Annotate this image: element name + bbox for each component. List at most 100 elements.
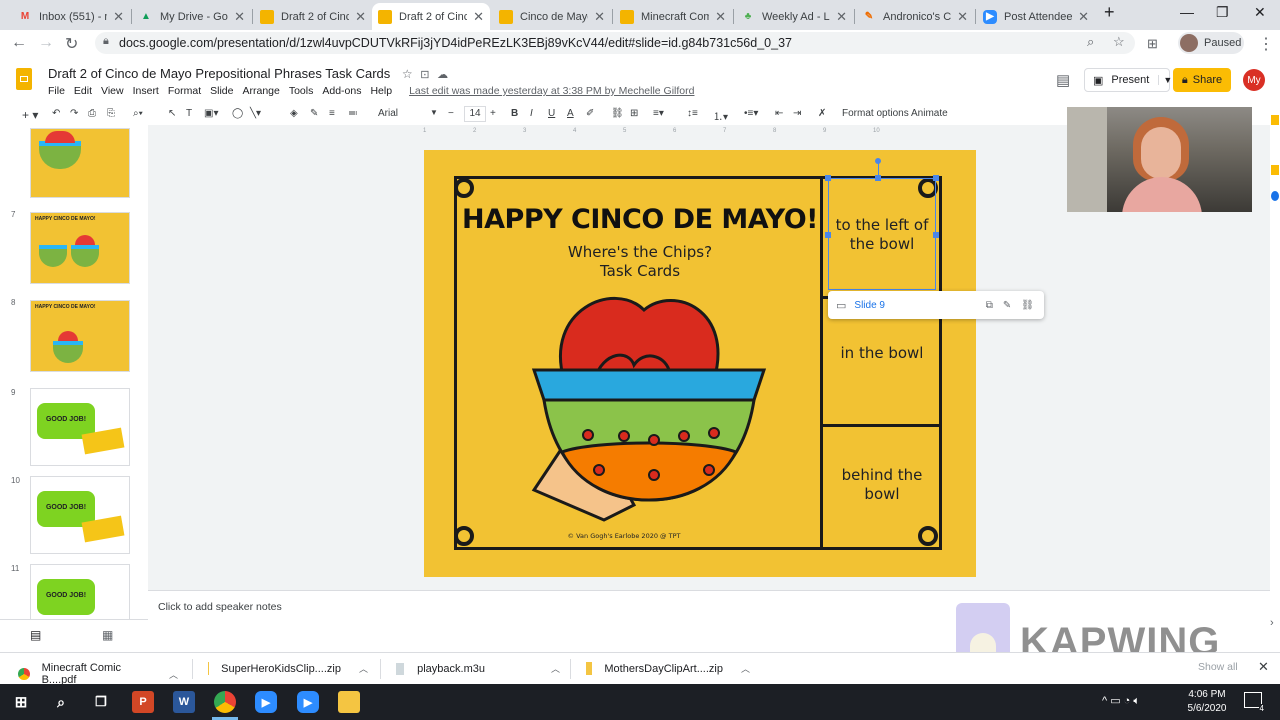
current-slide[interactable]: HAPPY CINCO DE MAYO! Where's the Chips? … [424, 150, 1044, 577]
link-icon[interactable]: ⛓ [611, 108, 624, 119]
grid-view-icon[interactable]: ▦ [102, 628, 113, 642]
document-title[interactable]: Draft 2 of Cinco de Mayo Prepositional P… [48, 66, 448, 81]
remove-link-icon[interactable]: ⛓ [1021, 300, 1034, 311]
show-all-button[interactable]: Show all [1198, 661, 1238, 673]
file-explorer-icon[interactable] [338, 691, 360, 713]
shape-icon[interactable]: ◯ [232, 108, 243, 119]
search-icon[interactable]: ⌕ [1087, 34, 1094, 50]
menu-slide[interactable]: Slide [210, 85, 233, 97]
star-icon[interactable]: ☆ [1113, 34, 1125, 50]
forward-icon[interactable]: → [38, 34, 54, 52]
underline-icon[interactable]: U [548, 108, 555, 119]
text-color-icon[interactable]: A [567, 108, 574, 119]
search-icon[interactable]: ⌕ [50, 691, 72, 713]
slide-thumbnail-6[interactable] [30, 128, 130, 198]
border-weight-icon[interactable]: ≡ [329, 108, 335, 119]
tab-gmail[interactable]: M Inbox (551) - m ✕ [12, 3, 130, 30]
bold-icon[interactable]: B [511, 108, 518, 119]
new-tab-icon[interactable]: + [1104, 2, 1115, 23]
profile-button[interactable]: Paused [1178, 32, 1244, 54]
notification-icon[interactable]: 4 [1244, 692, 1265, 713]
tab-cinco-de-mayo[interactable]: Cinco de Mayo ✕ [493, 3, 611, 30]
resize-handle[interactable] [825, 232, 831, 238]
close-icon[interactable]: ✕ [355, 9, 366, 25]
comment-icon[interactable]: ▤ [1056, 71, 1070, 89]
image-icon[interactable]: ▣▾ [204, 108, 218, 119]
menu-tools[interactable]: Tools [289, 85, 314, 97]
task-card-in-bowl[interactable]: in the bowl [828, 344, 936, 362]
bulleted-list-icon[interactable]: •≡▾ [744, 108, 758, 119]
slide-subtitle-2[interactable]: Task Cards [460, 262, 820, 280]
animate-button[interactable]: Animate [911, 108, 948, 119]
calendar-icon[interactable] [1271, 165, 1279, 175]
slide-thumbnail-10[interactable]: GOOD JOB! [30, 476, 130, 554]
line-icon[interactable]: ╲▾ [250, 108, 261, 119]
slide-thumbnail-11[interactable]: GOOD JOB! [30, 564, 130, 620]
windows-start-icon[interactable]: ⊞ [10, 691, 32, 713]
filmstrip-view-icon[interactable]: ▤ [30, 628, 41, 642]
chevron-up-icon[interactable]: ︿ [741, 662, 750, 675]
present-button[interactable]: ▣ Present ▼ [1084, 68, 1172, 92]
copy-link-icon[interactable]: ⧉ [986, 300, 993, 311]
slide-thumbnail-7[interactable]: HAPPY CINCO DE MAYO! [30, 212, 130, 284]
powerpoint-icon[interactable]: P [132, 691, 154, 713]
download-item[interactable]: SuperHeroKidsClip....zip ︿ [208, 662, 368, 675]
taskbar-clock[interactable]: 4:06 PM 5/6/2020 [1182, 688, 1232, 716]
menu-arrange[interactable]: Arrange [242, 85, 279, 97]
back-icon[interactable]: ← [11, 34, 27, 52]
close-icon[interactable]: ✕ [715, 9, 726, 25]
link-chip-target[interactable]: Slide 9 [854, 300, 985, 311]
align-icon[interactable]: ≡▾ [653, 108, 664, 119]
window-close-icon[interactable]: ✕ [1254, 4, 1266, 21]
edit-link-icon[interactable]: ✎ [1003, 300, 1011, 311]
decrease-font-icon[interactable]: − [448, 108, 454, 119]
menu-file[interactable]: File [48, 85, 65, 97]
format-options-button[interactable]: Format options [842, 108, 909, 119]
task-card-behind-bowl[interactable]: behind the bowl [828, 466, 936, 504]
chevron-up-icon[interactable]: ︿ [169, 668, 178, 681]
tab-drive[interactable]: ▲ My Drive - Goo ✕ [133, 3, 251, 30]
select-icon[interactable]: ↖ [168, 108, 176, 119]
fill-color-icon[interactable]: ◈ [290, 108, 298, 119]
redo-icon[interactable]: ↷ [70, 108, 78, 119]
reload-icon[interactable]: ↻ [65, 34, 78, 54]
speaker-notes[interactable]: Click to add speaker notes [148, 590, 1270, 620]
chevron-up-icon[interactable]: ︿ [551, 662, 560, 675]
close-icon[interactable]: ✕ [473, 9, 484, 25]
tab-andronicos[interactable]: ✎ Andronico's Co ✕ [856, 3, 974, 30]
slide-thumbnail-9[interactable]: GOOD JOB! [30, 388, 130, 466]
slide-title[interactable]: HAPPY CINCO DE MAYO! [460, 204, 820, 235]
increase-font-icon[interactable]: + [490, 108, 496, 119]
download-item[interactable]: Minecraft Comic B....pdf ︿ [18, 662, 178, 686]
download-item[interactable]: MothersDayClipArt....zip ︿ [586, 662, 750, 675]
extensions-icon[interactable]: ⊞ [1147, 36, 1158, 52]
zoom-icon[interactable]: ▶ [297, 691, 319, 713]
border-dash-icon[interactable]: ≕ [348, 108, 358, 119]
account-avatar[interactable]: My [1243, 69, 1265, 91]
tab-slides-draft-active[interactable]: Draft 2 of Cinc ✕ [372, 3, 490, 30]
restore-icon[interactable]: ❐ [1216, 4, 1229, 21]
move-folder-icon[interactable]: ⊡ [420, 69, 429, 81]
selection-box[interactable] [828, 178, 936, 290]
menu-format[interactable]: Format [168, 85, 201, 97]
border-color-icon[interactable]: ✎ [310, 108, 318, 119]
address-bar[interactable]: 🔒︎ docs.google.com/presentation/d/1zwl4u… [95, 32, 1135, 54]
increase-indent-icon[interactable]: ⇥ [793, 108, 801, 119]
expand-panel-icon[interactable]: › [1270, 617, 1274, 629]
resize-handle[interactable] [825, 175, 831, 181]
decrease-indent-icon[interactable]: ⇤ [775, 108, 783, 119]
keep-icon[interactable] [1271, 115, 1279, 125]
slide-thumbnail-8[interactable]: HAPPY CINCO DE MAYO! [30, 300, 130, 372]
menu-edit[interactable]: Edit [74, 85, 92, 97]
menu-addons[interactable]: Add-ons [322, 85, 361, 97]
font-select[interactable]: Arial ▼ [378, 108, 438, 119]
tab-minecraft[interactable]: Minecraft Com ✕ [614, 3, 732, 30]
chrome-icon[interactable] [214, 691, 236, 713]
resize-handle[interactable] [875, 175, 881, 181]
download-item[interactable]: playback.m3u ︿ [396, 662, 560, 675]
chevron-up-icon[interactable]: ︿ [359, 662, 368, 675]
menu-view[interactable]: View [101, 85, 124, 97]
minimize-icon[interactable]: — [1180, 4, 1194, 20]
menu-help[interactable]: Help [370, 85, 392, 97]
undo-icon[interactable]: ↶ [52, 108, 60, 119]
